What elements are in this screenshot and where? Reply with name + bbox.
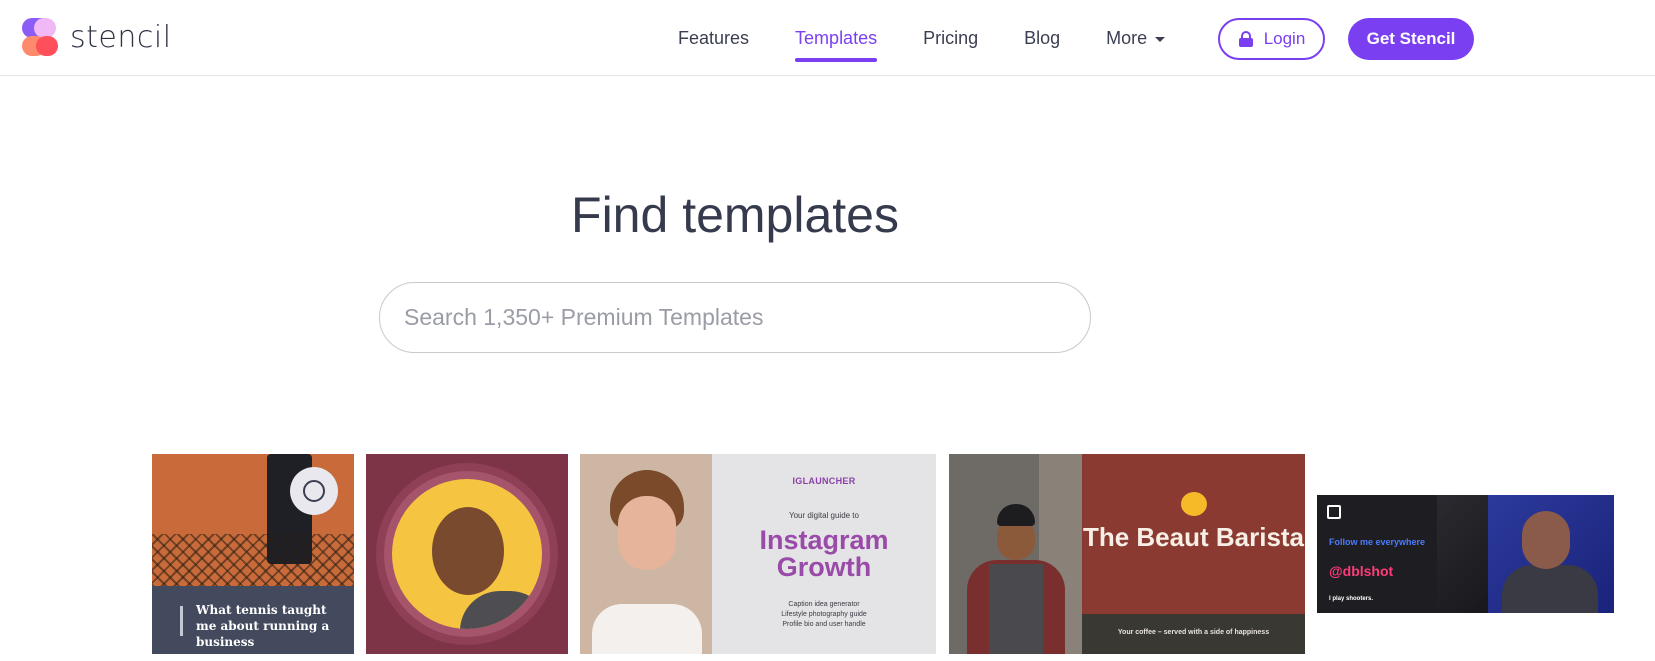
template-card-barista[interactable]: The Beaut Barista Your coffee – served w…: [949, 454, 1305, 654]
template-card-portrait[interactable]: [366, 454, 568, 654]
tennis-caption: What tennis taught me about running a bu…: [196, 603, 330, 649]
list-item: Caption idea generator: [788, 601, 860, 608]
gamer-handle: @dblshot: [1329, 563, 1394, 579]
tennis-net: [152, 534, 354, 586]
list-item: Profile bio and user handle: [782, 621, 866, 628]
iglauncher-brand: IGLAUNCHER: [792, 476, 856, 486]
nav-more[interactable]: More: [1088, 0, 1183, 76]
lock-icon: [1238, 31, 1254, 47]
instagram-panel: IGLAUNCHER Your digital guide to Instagr…: [712, 454, 936, 654]
nav-templates[interactable]: Templates: [777, 0, 895, 76]
template-card-gamer[interactable]: Follow me everywhere @dblshot I play sho…: [1317, 495, 1614, 613]
man-portrait-photo: [580, 454, 712, 654]
gamer-photo: [1488, 495, 1614, 613]
vertical-tag: [180, 606, 183, 636]
brand-name: stencil: [70, 19, 172, 55]
instagram-title: Instagram Growth: [759, 525, 889, 582]
main-nav: Features Templates Pricing Blog More: [660, 0, 1183, 76]
smiley-icon: [1181, 492, 1207, 516]
nav-features[interactable]: Features: [660, 0, 767, 76]
nav-pricing[interactable]: Pricing: [905, 0, 996, 76]
stencil-logo-icon: [22, 18, 60, 56]
tennis-caption-panel: What tennis taught me about running a bu…: [152, 586, 354, 654]
twitch-icon: [1327, 505, 1341, 519]
barista-photo: [949, 454, 1082, 654]
gamer-tagline: I play shooters.: [1329, 596, 1374, 602]
get-stencil-button[interactable]: Get Stencil: [1348, 18, 1474, 60]
dark-texture: [1437, 495, 1492, 613]
template-card-tennis[interactable]: What tennis taught me about running a bu…: [152, 454, 354, 654]
barista-title: The Beaut Barista: [1082, 522, 1305, 552]
nav-more-label: More: [1106, 27, 1148, 48]
portrait-photo: [392, 479, 542, 629]
login-label: Login: [1263, 29, 1306, 48]
page-title: Find templates: [571, 187, 899, 243]
login-button[interactable]: Login: [1218, 18, 1325, 60]
instagram-subtitle: Your digital guide to: [789, 511, 859, 520]
barista-footer: Your coffee – served with a side of happ…: [1082, 614, 1305, 654]
list-item: Lifestyle photography guide: [781, 611, 867, 618]
search-input[interactable]: [380, 283, 1090, 352]
tennis-racket-icon: [290, 467, 338, 515]
nav-blog[interactable]: Blog: [1006, 0, 1078, 76]
stencil-logo[interactable]: stencil: [22, 18, 172, 56]
instagram-list: Caption idea generator Lifestyle photogr…: [712, 600, 936, 630]
site-header: stencil Features Templates Pricing Blog …: [0, 0, 1655, 76]
gamer-follow-text: Follow me everywhere: [1329, 537, 1426, 547]
caret-down-icon: [1155, 36, 1166, 42]
template-card-instagram[interactable]: IGLAUNCHER Your digital guide to Instagr…: [580, 454, 936, 654]
search-box: [379, 282, 1091, 353]
barista-panel: The Beaut Barista: [1082, 454, 1305, 614]
barista-footer-text: Your coffee – served with a side of happ…: [1117, 629, 1270, 636]
